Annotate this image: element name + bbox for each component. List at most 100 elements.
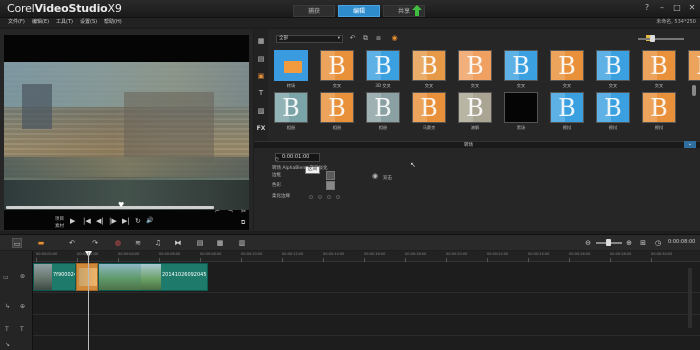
track-all-icon[interactable]: ⊛ (20, 273, 25, 280)
filter-icon[interactable]: FX (256, 124, 266, 134)
transition-thumbnail[interactable]: B (550, 50, 584, 81)
record-icon[interactable]: ◍ (113, 238, 123, 248)
menu-help[interactable]: 帮助(H) (104, 18, 122, 27)
transition-thumbnail[interactable]: B (320, 92, 354, 123)
upload-icon[interactable] (412, 5, 422, 16)
help-icon[interactable]: ? (640, 2, 654, 14)
transition-thumbnail[interactable]: B (274, 92, 308, 123)
transition-thumbnail[interactable]: B (504, 50, 538, 81)
duration-timecode[interactable]: 0:00:01:00 (275, 153, 320, 162)
transition-thumbnail[interactable]: B (320, 50, 354, 81)
transition-thumbnail-label: 交叉 (608, 83, 618, 88)
menu-file[interactable]: 文件(F) (8, 18, 25, 27)
storyboard-view-icon[interactable]: ▭ (12, 238, 22, 248)
transition-thumbnail[interactable]: B (458, 50, 492, 81)
transition-thumbnail[interactable]: B (458, 92, 492, 123)
step-edit[interactable]: 编辑 (338, 5, 380, 17)
motion-tracking-icon[interactable]: ⧓ (173, 238, 183, 248)
volume-icon[interactable]: 🔊 (146, 217, 153, 224)
next-frame-icon[interactable]: |▶ (109, 217, 117, 225)
end-icon[interactable]: ▶| (122, 217, 130, 225)
transition-thumbnail-label: 相册 (378, 125, 388, 130)
step-capture[interactable]: 捕获 (293, 5, 335, 17)
transition-icon[interactable]: ▣ (256, 71, 266, 81)
prev-frame-icon[interactable]: ◀| (96, 217, 104, 225)
settings-icon[interactable]: ◉ (390, 34, 399, 43)
video-track-icon[interactable]: ▭ (3, 274, 9, 281)
apply-random-icon[interactable]: ⧉ (361, 34, 370, 43)
project-mode-label[interactable]: 项目 (55, 216, 64, 222)
timeline-transition[interactable] (76, 263, 98, 291)
play-icon[interactable]: ▶ (70, 217, 75, 225)
transition-thumbnail[interactable]: B (596, 50, 630, 81)
soft-edge-strong[interactable] (336, 195, 340, 199)
zoom-in-icon[interactable]: ⊕ (624, 238, 634, 248)
color-swatch[interactable] (326, 181, 335, 190)
thumbnail-size-slider[interactable] (638, 38, 684, 40)
scrubber-bar[interactable] (6, 206, 214, 209)
timeline-view-icon[interactable]: ▬ (36, 238, 46, 248)
auto-music-icon[interactable]: ♫ (153, 238, 163, 248)
snapshot-icon[interactable]: ▥ (237, 238, 247, 248)
transition-thumbnail[interactable]: B (642, 50, 676, 81)
zoom-handle[interactable] (606, 239, 611, 246)
undo-icon[interactable]: ↶ (67, 238, 77, 248)
zoom-out-icon[interactable]: ⊖ (583, 238, 593, 248)
library-filter-select[interactable]: 全部 ▾ (276, 35, 343, 43)
transition-thumbnail[interactable]: B (412, 50, 446, 81)
title-icon[interactable]: T (256, 88, 266, 98)
transition-thumbnail[interactable]: B (366, 92, 400, 123)
transition-thumbnail[interactable]: B (550, 92, 584, 123)
voice-track-icon[interactable]: ↘ (5, 341, 10, 348)
soft-edge-medium[interactable] (327, 195, 331, 199)
title-track-icon[interactable]: T (5, 326, 9, 333)
timeline-scrollbar[interactable] (688, 268, 692, 328)
thumbnail-size-handle[interactable] (650, 35, 655, 42)
enlarge-icon[interactable]: ⧉ (241, 219, 245, 227)
transition-thumbnail[interactable]: B (688, 50, 700, 81)
mark-in-icon[interactable]: ⌐ (215, 208, 220, 215)
menu-edit[interactable]: 编辑(E) (32, 18, 49, 27)
media-icon[interactable]: ▦ (256, 36, 266, 46)
repeat-icon[interactable]: ↻ (135, 217, 141, 225)
border-stepper[interactable] (326, 171, 335, 180)
title-track-toggle[interactable]: T (20, 326, 24, 333)
timeline-toolbar (0, 234, 700, 250)
transition-thumbnail[interactable]: B (412, 92, 446, 123)
instant-project-icon[interactable]: ▤ (256, 54, 266, 64)
clip-mode-label[interactable]: 素材 (55, 223, 64, 229)
scrubber-handle[interactable]: ♥ (118, 201, 124, 209)
soft-edge-none[interactable] (309, 195, 313, 199)
transition-thumbnail[interactable]: B (596, 92, 630, 123)
graphic-icon[interactable]: ▧ (256, 106, 266, 116)
subtitle-editor-icon[interactable]: ▤ (195, 238, 205, 248)
sound-mixer-icon[interactable]: ≋ (133, 238, 143, 248)
library-scrollbar[interactable] (692, 85, 696, 96)
multi-camera-icon[interactable]: ▦ (215, 238, 225, 248)
mark-out-icon[interactable]: ¬ (228, 208, 233, 215)
overlay-track-toggle[interactable]: ⊕ (20, 303, 25, 310)
options-collapse-button[interactable]: ⌄ (684, 141, 696, 148)
timeline-playhead[interactable] (88, 252, 89, 350)
close-icon[interactable]: ✕ (685, 2, 699, 14)
transition-thumbnail[interactable]: B (642, 92, 676, 123)
menu-settings[interactable]: 设置(S) (80, 18, 97, 27)
menu-tools[interactable]: 工具(T) (56, 18, 73, 27)
favorite-add-icon[interactable]: ↶ (348, 34, 357, 43)
maximize-icon[interactable]: □ (670, 2, 684, 14)
timeline-clip-1[interactable]: 7f900024 (33, 263, 76, 291)
soft-edge-weak[interactable] (318, 195, 322, 199)
apply-current-icon[interactable]: ⧈ (374, 34, 383, 43)
timeline-clip-2[interactable]: 20141026092045_cl (98, 263, 208, 291)
transition-thumbnail[interactable] (274, 50, 308, 81)
direction-icon[interactable]: ◉ (372, 172, 378, 180)
overlay-track-icon[interactable]: ↳ (5, 303, 10, 310)
transition-thumbnail[interactable]: B (366, 50, 400, 81)
transition-thumbnail[interactable] (504, 92, 538, 123)
start-icon[interactable]: |◀ (83, 217, 91, 225)
redo-icon[interactable]: ↷ (90, 238, 100, 248)
fit-project-icon[interactable]: ⊞ (638, 238, 648, 248)
split-icon[interactable]: ✂ (241, 208, 246, 215)
minimize-icon[interactable]: – (655, 2, 669, 14)
timeline-timecode[interactable]: 0:00:08:00 (668, 237, 695, 247)
